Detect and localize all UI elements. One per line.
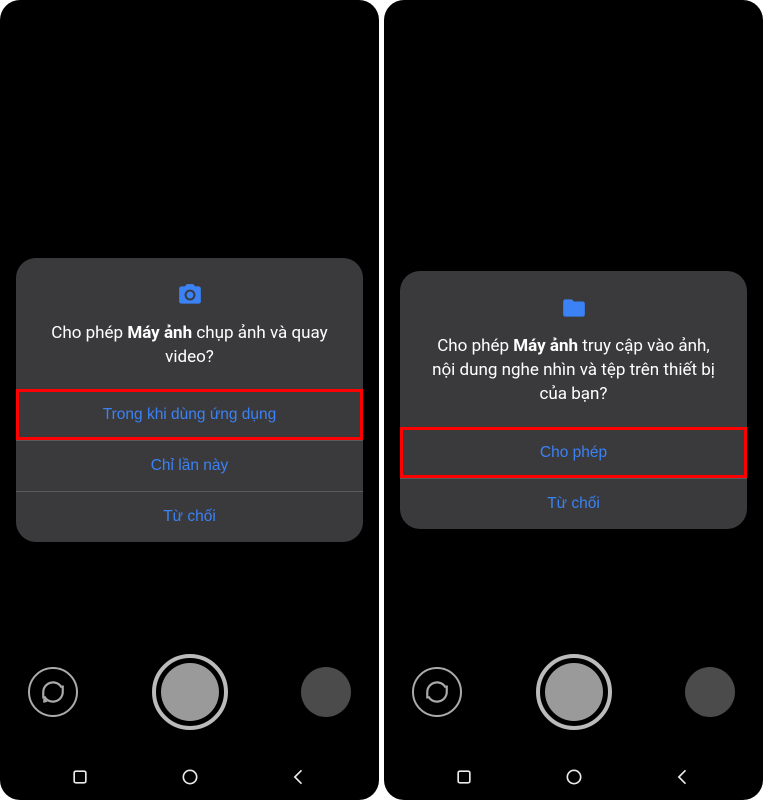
- deny-button[interactable]: Từ chối: [16, 491, 363, 542]
- permission-dialog-camera: Cho phép Máy ảnh chụp ảnh và quay video?…: [16, 258, 363, 543]
- camera-controls: [384, 654, 763, 730]
- dialog-message: Cho phép Máy ảnh chụp ảnh và quay video?: [16, 322, 363, 390]
- recent-apps-button[interactable]: [434, 757, 494, 797]
- home-button[interactable]: [544, 757, 604, 797]
- only-this-time-button[interactable]: Chỉ lần này: [16, 440, 363, 491]
- shutter-inner: [161, 663, 219, 721]
- allow-while-using-button[interactable]: Trong khi dùng ứng dụng: [16, 389, 363, 440]
- camera-icon: [16, 282, 363, 308]
- allow-button[interactable]: Cho phép: [400, 427, 747, 478]
- gallery-thumbnail-button[interactable]: [685, 667, 735, 717]
- phone-right: Cho phép Máy ảnh truy cập vào ảnh, nội d…: [384, 0, 763, 800]
- dialog-buttons: Trong khi dùng ứng dụng Chỉ lần này Từ c…: [16, 389, 363, 542]
- folder-icon: [400, 295, 747, 321]
- gallery-thumbnail-button[interactable]: [301, 667, 351, 717]
- home-button[interactable]: [160, 757, 220, 797]
- camera-controls: [0, 654, 379, 730]
- phone-left: Cho phép Máy ảnh chụp ảnh và quay video?…: [0, 0, 379, 800]
- shutter-inner: [545, 663, 603, 721]
- dialog-message: Cho phép Máy ảnh truy cập vào ảnh, nội d…: [400, 335, 747, 426]
- recent-apps-button[interactable]: [50, 757, 110, 797]
- android-nav-bar: [0, 754, 379, 800]
- switch-camera-button[interactable]: [28, 667, 78, 717]
- back-button[interactable]: [653, 757, 713, 797]
- dialog-buttons: Cho phép Từ chối: [400, 427, 747, 529]
- shutter-button[interactable]: [536, 654, 612, 730]
- shutter-button[interactable]: [152, 654, 228, 730]
- dialog-prefix: Cho phép: [51, 323, 127, 343]
- dialog-prefix: Cho phép: [437, 336, 513, 356]
- deny-button[interactable]: Từ chối: [400, 478, 747, 529]
- android-nav-bar: [384, 754, 763, 800]
- dialog-bold: Máy ảnh: [513, 336, 578, 356]
- permission-dialog-storage: Cho phép Máy ảnh truy cập vào ảnh, nội d…: [400, 271, 747, 528]
- back-button[interactable]: [269, 757, 329, 797]
- dialog-bold: Máy ảnh: [127, 323, 192, 343]
- switch-camera-button[interactable]: [412, 667, 462, 717]
